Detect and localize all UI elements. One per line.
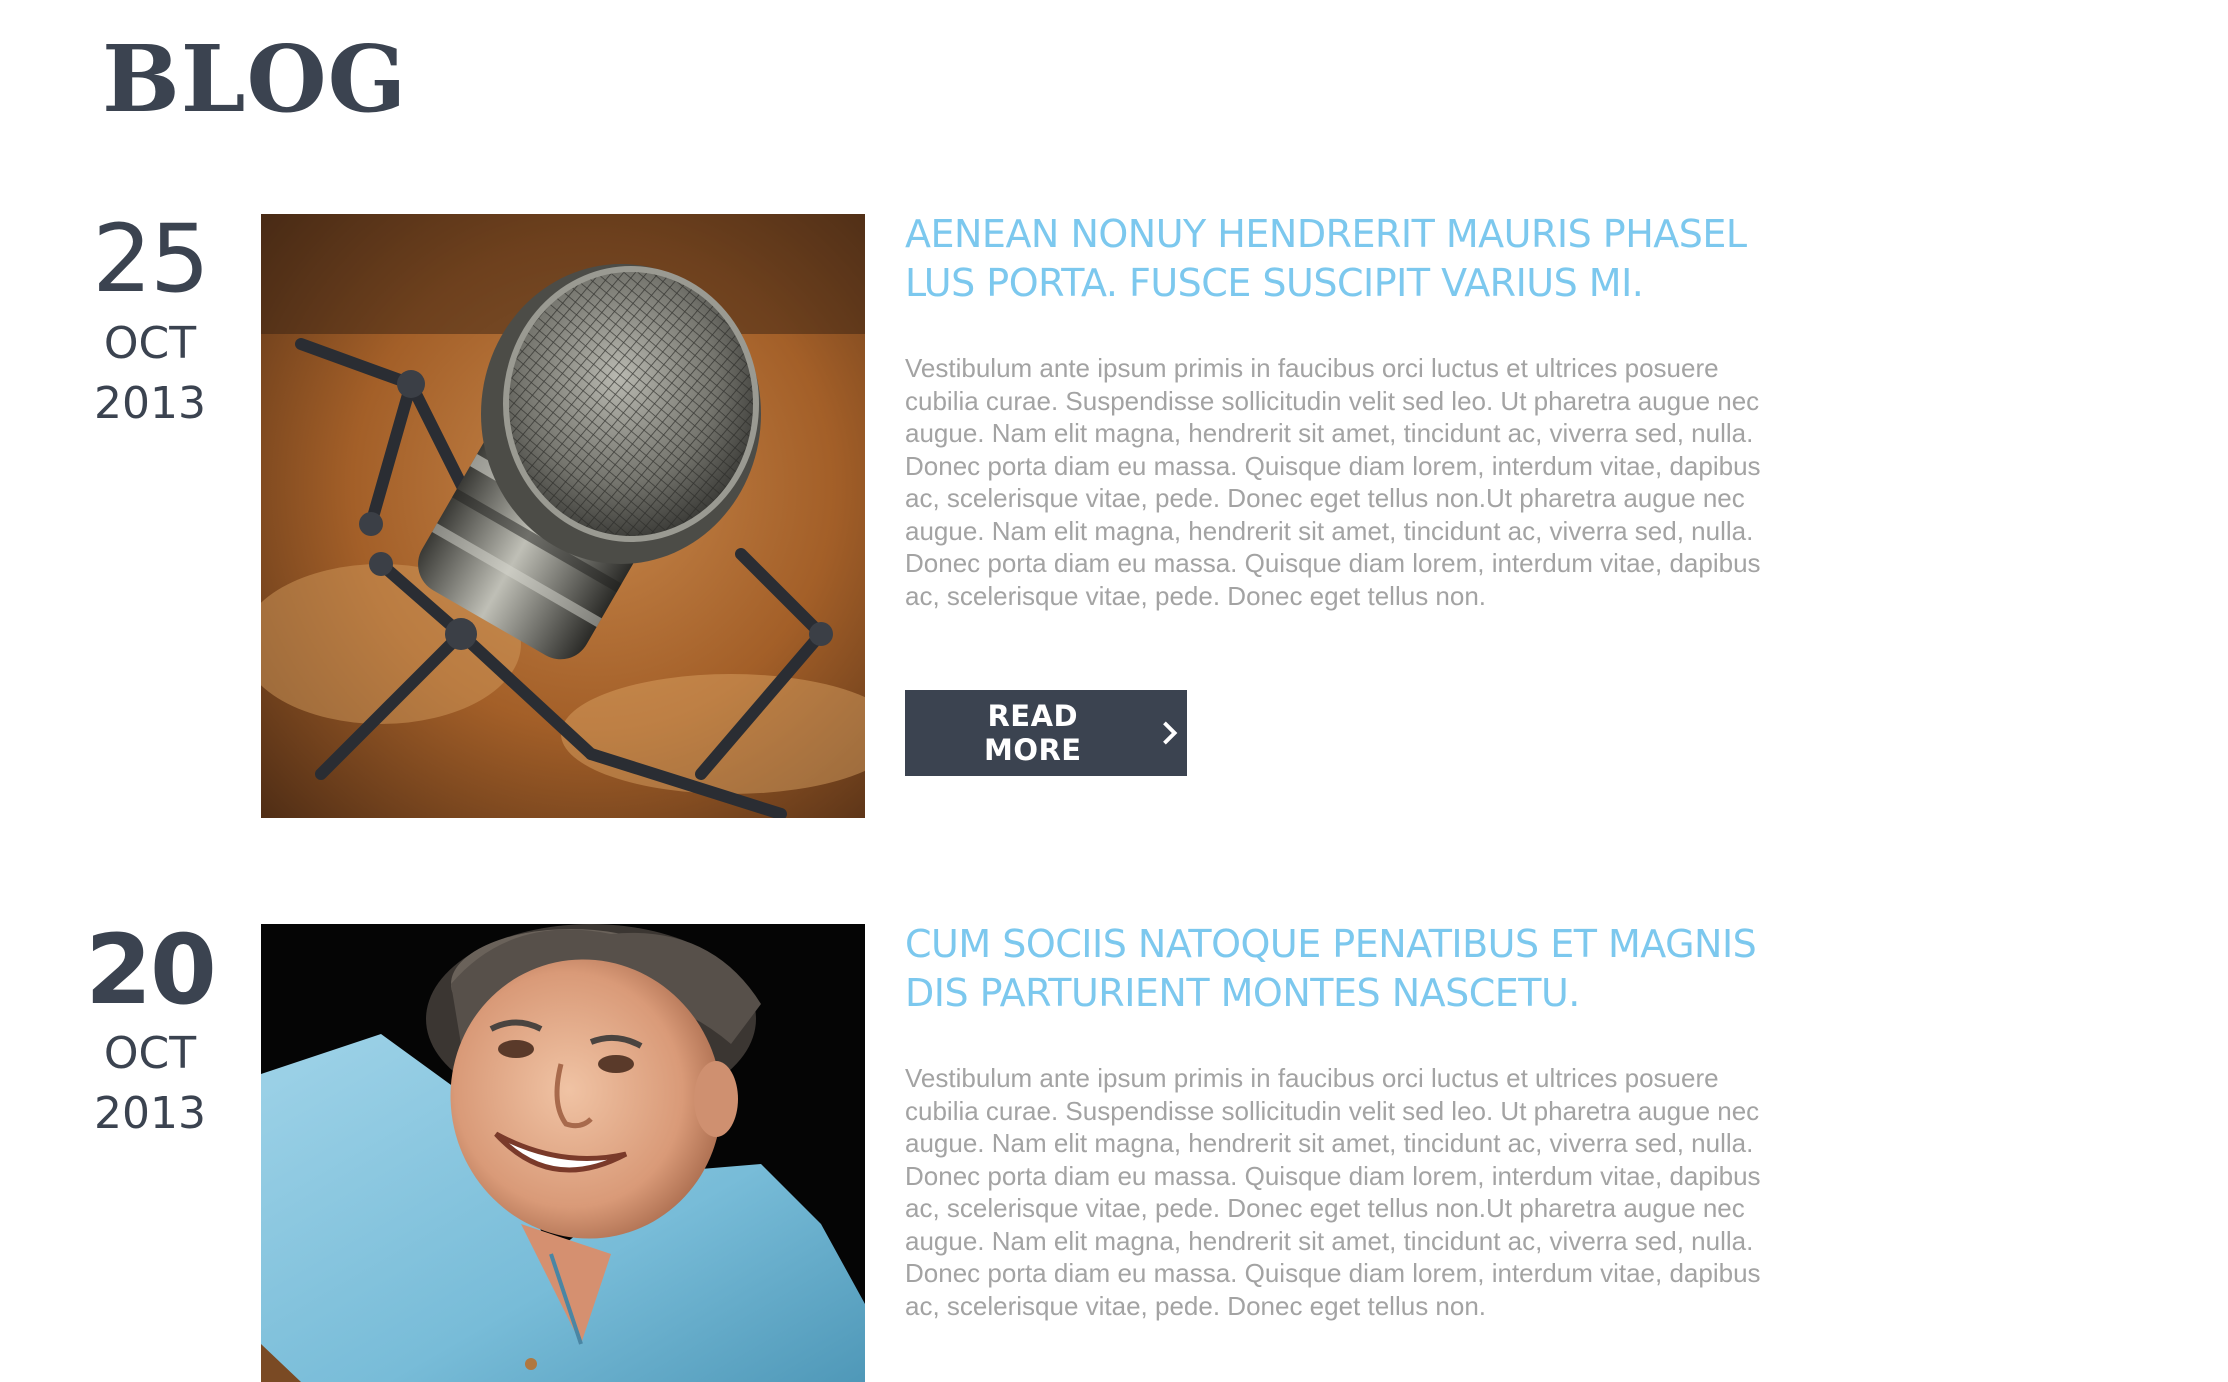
excerpt-line: augue. Nam elit magna, hendrerit sit ame… xyxy=(905,515,1754,546)
post-date: 25 OCT 2013 xyxy=(60,210,240,434)
excerpt-line: augue. Nam elit magna, hendrerit sit ame… xyxy=(905,1128,1754,1158)
excerpt-line: Donec porta diam eu massa. Quisque diam … xyxy=(905,450,1761,481)
post-excerpt: Vestibulum ante ipsum primis in faucibus… xyxy=(905,352,1850,612)
post-content: CUM SOCIIS NATOQUE PENATIBUS ET MAGNIS D… xyxy=(905,920,1855,1322)
excerpt-line: Vestibulum ante ipsum primis in faucibus… xyxy=(905,353,1719,383)
read-more-label: READ MORE xyxy=(983,699,1082,767)
excerpt-line: Donec porta diam eu massa. Quisque diam … xyxy=(905,1258,1761,1288)
post-title-link[interactable]: AENEAN NONUY HENDRERIT MAURIS PHASEL LUS… xyxy=(905,210,1855,308)
chevron-right-icon xyxy=(1162,721,1177,745)
excerpt-line: cubilia curae. Suspendisse sollicitudin … xyxy=(905,385,1760,416)
excerpt-line: ac, scelerisque vitae, pede. Donec eget … xyxy=(905,580,1487,611)
microphone-photo[interactable] xyxy=(261,214,865,818)
post-title-line: LUS PORTA. FUSCE SUSCIPIT VARIUS MI. xyxy=(905,261,1644,305)
excerpt-line: ac, scelerisque vitae, pede. Donec eget … xyxy=(905,1290,1487,1321)
read-more-button[interactable]: READ MORE xyxy=(905,690,1187,776)
post-content: AENEAN NONUY HENDRERIT MAURIS PHASEL LUS… xyxy=(905,210,1855,776)
excerpt-line: augue. Nam elit magna, hendrerit sit ame… xyxy=(905,1225,1754,1256)
post-date-year: 2013 xyxy=(94,1088,206,1139)
excerpt-line: ac, scelerisque vitae, pede. Donec eget … xyxy=(905,1193,1745,1223)
excerpt-line: augue. Nam elit magna, hendrerit sit ame… xyxy=(905,418,1754,448)
smiling-man-photo[interactable] xyxy=(261,924,865,1382)
post-date-month: OCT xyxy=(103,318,197,369)
post-date-day: 25 xyxy=(92,205,210,314)
post-date-year: 2013 xyxy=(94,378,206,429)
post-title-line: AENEAN NONUY HENDRERIT MAURIS PHASEL xyxy=(905,212,1747,256)
post-title-line: DIS PARTURIENT MONTES NASCETU. xyxy=(905,971,1580,1015)
post-excerpt: Vestibulum ante ipsum primis in faucibus… xyxy=(905,1062,1850,1322)
excerpt-line: Donec porta diam eu massa. Quisque diam … xyxy=(905,548,1761,578)
page-title: BLOG xyxy=(102,25,408,133)
excerpt-line: ac, scelerisque vitae, pede. Donec eget … xyxy=(905,483,1745,513)
post-title-line: CUM SOCIIS NATOQUE PENATIBUS ET MAGNIS xyxy=(905,922,1757,966)
post-date-month: OCT xyxy=(103,1028,197,1079)
post-title-link[interactable]: CUM SOCIIS NATOQUE PENATIBUS ET MAGNIS D… xyxy=(905,920,1855,1018)
post-date-day: 20 xyxy=(85,914,217,1026)
excerpt-line: Vestibulum ante ipsum primis in faucibus… xyxy=(905,1063,1719,1093)
post-date: 20 OCT 2013 xyxy=(60,920,240,1144)
excerpt-line: cubilia curae. Suspendisse sollicitudin … xyxy=(905,1095,1760,1126)
excerpt-line: Donec porta diam eu massa. Quisque diam … xyxy=(905,1160,1761,1191)
